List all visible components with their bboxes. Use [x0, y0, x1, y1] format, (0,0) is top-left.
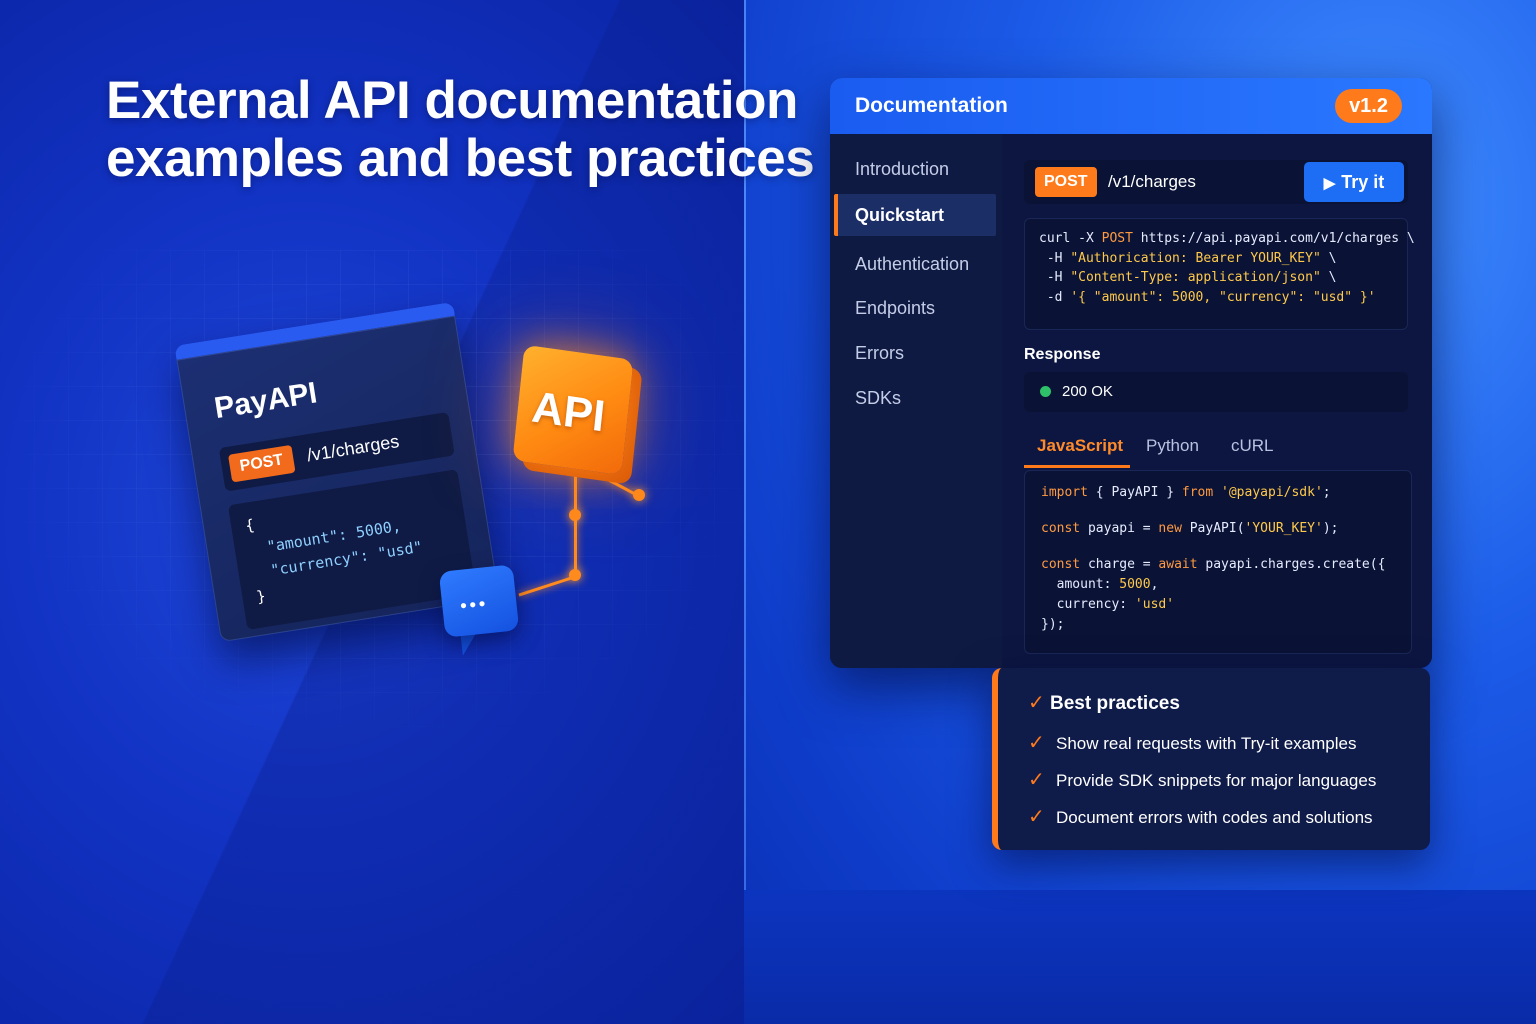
check-icon: ✓ [1028, 732, 1045, 754]
code-line: const payapi = new PayAPI('YOUR_KEY'); [1041, 521, 1339, 536]
headline-line-1: External API documentation [106, 71, 798, 130]
connector-node [569, 569, 581, 581]
best-practice-item: ✓ Provide SDK snippets for major language… [1028, 769, 1377, 791]
code-line: -d '{ "amount": 5000, "currency": "usd" … [1039, 289, 1376, 305]
documentation-window: Documentation v1.2 Introduction Quicksta… [830, 78, 1432, 668]
endpoint-path: /v1/charges [305, 431, 401, 466]
api-cube-icon: API [512, 344, 634, 476]
best-practices-title: Best practices [1050, 693, 1180, 714]
sidebar-item-sdks[interactable]: SDKs [834, 377, 996, 419]
check-icon: ✓ [1028, 806, 1045, 828]
connector-line [574, 470, 577, 576]
try-it-button[interactable]: ▶ Try it [1304, 162, 1404, 202]
check-icon: ✓ [1028, 692, 1045, 714]
sidebar-item-authentication[interactable]: Authentication [834, 243, 996, 285]
background-floor [744, 890, 1536, 1024]
best-practices-header: ✓ Best practices [1028, 690, 1180, 715]
doc-title: Documentation [855, 94, 1008, 117]
curl-example: curl -X POST https://api.payapi.com/v1/c… [1024, 218, 1415, 330]
code-line: currency: 'usd' [1041, 597, 1175, 612]
try-it-label: Try it [1341, 172, 1385, 192]
code-line: -H "Authorication: Bearer YOUR_KEY" \ [1039, 250, 1337, 266]
code-line: import { PayAPI } from '@payapi/sdk'; [1041, 485, 1331, 500]
sidebar-item-errors[interactable]: Errors [834, 332, 996, 374]
best-practices-card: ✓ Best practices ✓ Show real requests with… [992, 668, 1430, 850]
sidebar-item-endpoints[interactable]: Endpoints [834, 287, 996, 329]
response-label: Response [1024, 346, 1101, 363]
code-line: amount: 5000, [1041, 577, 1159, 592]
doc-content: POST /v1/charges ▶ Try it curl -X POST ht… [1002, 134, 1432, 668]
best-practice-item: ✓ Show real requests with Try-it examples [1028, 732, 1357, 754]
sdk-code-example: import { PayAPI } from '@payapi/sdk'; co… [1024, 470, 1412, 654]
code-line: const charge = await payapi.charges.crea… [1041, 557, 1386, 572]
connector-node [633, 489, 645, 501]
payapi-code-block: { "amount": 5000, "currency": "usd" } [227, 469, 477, 630]
endpoint-bar: POST /v1/charges ▶ Try it [1024, 160, 1408, 204]
response-status: 200 OK [1024, 372, 1408, 412]
method-badge: POST [1035, 167, 1097, 197]
connector-node [569, 509, 581, 521]
best-practice-item: ✓ Document errors with codes and solution… [1028, 806, 1373, 828]
headline-line-2: examples and best practices [106, 129, 815, 188]
check-icon: ✓ [1028, 769, 1045, 791]
code-line: curl -X POST https://api.payapi.com/v1/c… [1039, 231, 1415, 246]
code-line: }); [1041, 617, 1065, 632]
chat-bubble-icon: ••• [438, 564, 520, 638]
version-badge[interactable]: v1.2 [1335, 89, 1402, 123]
tab-curl[interactable]: cURL [1231, 436, 1274, 468]
tab-javascript[interactable]: JavaScript [1024, 436, 1130, 468]
endpoint-path: /v1/charges [1108, 172, 1196, 191]
tab-python[interactable]: Python [1146, 436, 1199, 468]
sidebar-item-introduction[interactable]: Introduction [834, 148, 996, 190]
doc-sidebar: Introduction Quickstart Authentication E… [830, 134, 1002, 668]
payapi-title: PayAPI [212, 376, 320, 426]
play-icon: ▶ [1323, 175, 1336, 192]
status-text: 200 OK [1062, 383, 1113, 400]
status-indicator-icon [1040, 386, 1051, 397]
chat-dots: ••• [459, 593, 490, 616]
page-headline: External API documentation examples and … [106, 72, 826, 188]
method-badge: POST [227, 444, 296, 483]
api-cube-label: API [529, 382, 608, 442]
code-line: -H "Content-Type: application/json" \ [1039, 270, 1337, 285]
sidebar-item-quickstart[interactable]: Quickstart [834, 194, 996, 236]
doc-header: Documentation v1.2 [830, 78, 1432, 134]
